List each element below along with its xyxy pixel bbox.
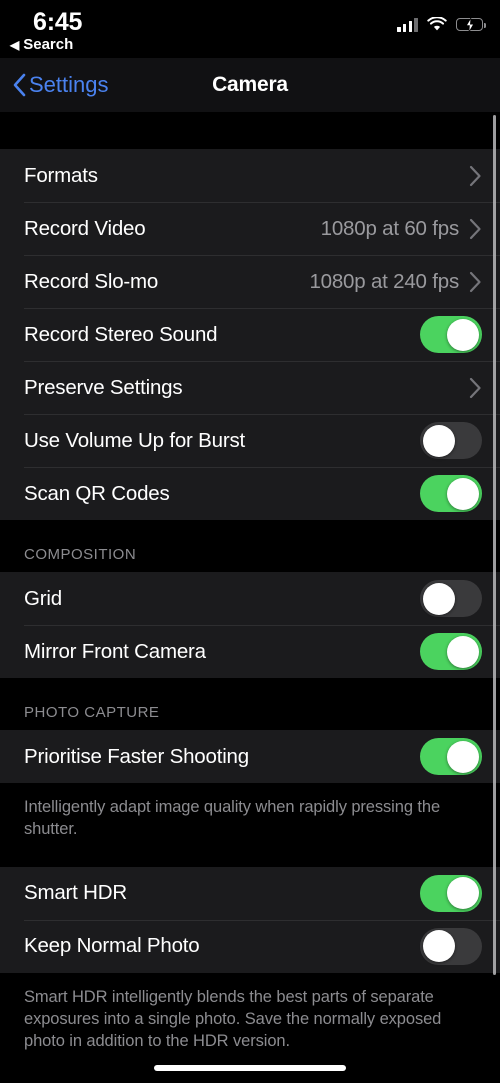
toggle-keep-normal-photo[interactable] <box>420 928 482 965</box>
section-spacer <box>0 112 500 149</box>
settings-row-value: 1080p at 60 fps <box>321 217 459 241</box>
settings-row-label: Use Volume Up for Burst <box>24 429 420 453</box>
charging-bolt-icon <box>464 18 476 32</box>
section-spacer <box>0 841 500 867</box>
chevron-right-icon <box>469 165 482 187</box>
toggle-prioritise-faster-shooting[interactable] <box>420 738 482 775</box>
settings-list: FormatsRecord Video1080p at 60 fpsRecord… <box>0 112 500 1052</box>
toggle-knob <box>447 636 479 668</box>
settings-row-label: Mirror Front Camera <box>24 640 420 664</box>
settings-row-label: Keep Normal Photo <box>24 934 420 958</box>
status-bar-time: 6:45 <box>33 8 82 37</box>
toggle-scan-qr-codes[interactable] <box>420 475 482 512</box>
toggle-knob <box>423 930 455 962</box>
toggle-knob <box>423 583 455 615</box>
status-bar-indicators <box>397 17 483 32</box>
settings-row-label: Grid <box>24 587 420 611</box>
toggle-use-volume-up-for-burst[interactable] <box>420 422 482 459</box>
toggle-record-stereo-sound[interactable] <box>420 316 482 353</box>
settings-group: Prioritise Faster Shooting <box>0 730 500 783</box>
toggle-knob <box>447 319 479 351</box>
settings-row-label: Record Video <box>24 217 321 241</box>
wifi-icon <box>427 17 447 32</box>
settings-group: Smart HDR Keep Normal Photo <box>0 867 500 973</box>
battery-charging-icon <box>456 18 483 32</box>
settings-row-record-stereo-sound[interactable]: Record Stereo Sound <box>0 308 500 361</box>
settings-row-label: Formats <box>24 164 469 188</box>
section-footnote: Smart HDR intelligently blends the best … <box>0 973 500 1053</box>
chevron-right-icon <box>469 271 482 293</box>
settings-row-label: Smart HDR <box>24 881 420 905</box>
back-to-settings-button[interactable]: Settings <box>12 72 109 98</box>
settings-row-mirror-front-camera[interactable]: Mirror Front Camera <box>0 625 500 678</box>
settings-row-scan-qr-codes[interactable]: Scan QR Codes <box>0 467 500 520</box>
settings-row-label: Prioritise Faster Shooting <box>24 745 420 769</box>
cellular-signal-icon <box>397 17 418 32</box>
status-bar-back-to-search[interactable]: ◀ Search <box>10 36 73 53</box>
status-bar-back-label: Search <box>23 36 73 53</box>
toggle-knob <box>447 741 479 773</box>
toggle-knob <box>423 425 455 457</box>
settings-row-use-volume-up-for-burst[interactable]: Use Volume Up for Burst <box>0 414 500 467</box>
settings-row-label: Record Stereo Sound <box>24 323 420 347</box>
settings-row-label: Scan QR Codes <box>24 482 420 506</box>
settings-row-preserve-settings[interactable]: Preserve Settings <box>0 361 500 414</box>
toggle-smart-hdr[interactable] <box>420 875 482 912</box>
home-indicator[interactable] <box>154 1065 346 1071</box>
chevron-right-icon <box>469 377 482 399</box>
vertical-scrollbar[interactable] <box>493 115 497 975</box>
section-header-photo-capture: PHOTO CAPTURE <box>0 678 500 730</box>
settings-row-grid[interactable]: Grid <box>0 572 500 625</box>
settings-group: Grid Mirror Front Camera <box>0 572 500 678</box>
back-triangle-icon: ◀ <box>10 39 19 51</box>
toggle-knob <box>447 478 479 510</box>
settings-row-formats[interactable]: Formats <box>0 149 500 202</box>
settings-row-record-video[interactable]: Record Video1080p at 60 fps <box>0 202 500 255</box>
toggle-knob <box>447 877 479 909</box>
settings-row-label: Preserve Settings <box>24 376 469 400</box>
toggle-mirror-front-camera[interactable] <box>420 633 482 670</box>
settings-row-keep-normal-photo[interactable]: Keep Normal Photo <box>0 920 500 973</box>
settings-row-value: 1080p at 240 fps <box>309 270 459 294</box>
settings-row-record-slo-mo[interactable]: Record Slo-mo1080p at 240 fps <box>0 255 500 308</box>
navigation-bar: Settings Camera <box>0 58 500 112</box>
section-header-composition: COMPOSITION <box>0 520 500 572</box>
settings-row-label: Record Slo-mo <box>24 270 309 294</box>
section-footnote: Intelligently adapt image quality when r… <box>0 783 500 841</box>
chevron-right-icon <box>469 218 482 240</box>
settings-row-smart-hdr[interactable]: Smart HDR <box>0 867 500 920</box>
status-bar: 6:45 ◀ Search <box>0 0 500 58</box>
toggle-grid[interactable] <box>420 580 482 617</box>
settings-row-prioritise-faster-shooting[interactable]: Prioritise Faster Shooting <box>0 730 500 783</box>
chevron-left-icon <box>12 73 26 97</box>
settings-group: FormatsRecord Video1080p at 60 fpsRecord… <box>0 149 500 520</box>
back-button-label: Settings <box>29 72 109 98</box>
iphone-screen: 6:45 ◀ Search <box>0 0 500 1083</box>
